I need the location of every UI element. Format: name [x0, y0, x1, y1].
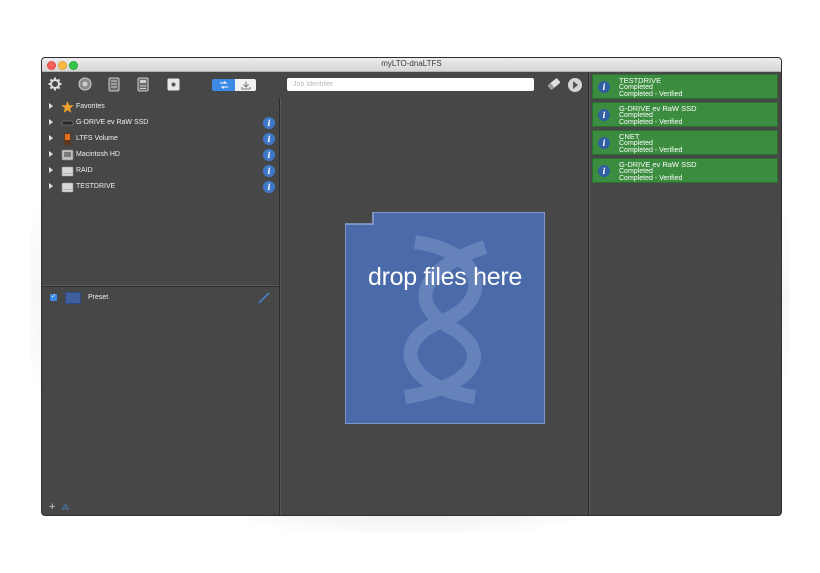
preset-row[interactable]: ✓ Preset — [42, 291, 280, 306]
help-icon[interactable] — [78, 77, 92, 91]
job-item[interactable]: i G-DRIVE ev RaW SSD Completed Completed… — [592, 102, 778, 127]
job-queue-panel: i TESTDRIVE Completed Completed - Verifi… — [590, 72, 781, 515]
disclosure-triangle-icon[interactable] — [49, 167, 53, 173]
hard-drive-icon — [61, 149, 74, 161]
drop-files-text: drop files here — [368, 263, 522, 291]
tape-library-icon[interactable] — [137, 77, 149, 91]
info-icon[interactable]: i — [263, 181, 275, 193]
disclosure-triangle-icon[interactable] — [49, 151, 53, 157]
bottom-toolbar: + ⁂ — [49, 501, 70, 513]
disclosure-triangle-icon[interactable] — [49, 183, 53, 189]
preset-label: Preset — [88, 294, 109, 301]
split-divider-left[interactable] — [279, 98, 281, 515]
preset-checkbox[interactable]: ✓ — [50, 294, 57, 301]
drop-zone[interactable] — [345, 212, 545, 424]
job-identifier-input[interactable] — [287, 78, 534, 91]
source-item-macintosh-hd[interactable]: Macintosh HD i — [42, 148, 280, 163]
disk-icon[interactable] — [167, 77, 180, 91]
disclosure-triangle-icon[interactable] — [49, 119, 53, 125]
info-icon[interactable]: i — [263, 117, 275, 129]
info-icon[interactable]: i — [263, 165, 275, 177]
start-play-button[interactable] — [568, 78, 582, 92]
info-icon[interactable]: i — [263, 133, 275, 145]
tape-drive-icon[interactable] — [108, 77, 120, 91]
disclosure-triangle-icon[interactable] — [49, 135, 53, 141]
app-window: myLTO-dnaLTFS Favorites G-DRIVE ev RaW S… — [41, 57, 782, 516]
source-item-favorites[interactable]: Favorites — [42, 100, 280, 115]
source-panel: Favorites G-DRIVE ev RaW SSD i LTFS Volu… — [42, 96, 280, 515]
source-item-testdrive[interactable]: TESTDRIVE i — [42, 180, 280, 195]
gear-icon[interactable] — [48, 77, 62, 91]
ltfs-icon — [61, 133, 74, 145]
info-icon[interactable]: i — [598, 81, 610, 93]
info-icon[interactable]: i — [598, 137, 610, 149]
title-bar[interactable]: myLTO-dnaLTFS — [42, 58, 781, 72]
star-icon — [61, 101, 74, 113]
transfer-mode-button[interactable] — [212, 79, 235, 91]
add-icon[interactable]: + — [49, 501, 55, 513]
download-icon — [241, 81, 250, 89]
job-item[interactable]: i CNET Completed Completed - Verified — [592, 130, 778, 155]
source-item-ltfs-volume[interactable]: LTFS Volume i — [42, 132, 280, 147]
eraser-icon[interactable] — [546, 77, 562, 96]
drive-icon — [61, 181, 74, 193]
info-icon[interactable]: i — [598, 109, 610, 121]
mode-segmented-control — [212, 79, 256, 91]
left-toolbar — [42, 72, 280, 96]
source-item-g-drive[interactable]: G-DRIVE ev RaW SSD i — [42, 116, 280, 131]
source-item-raid[interactable]: RAID i — [42, 164, 280, 179]
window-title: myLTO-dnaLTFS — [381, 59, 442, 68]
info-icon[interactable]: i — [598, 165, 610, 177]
job-item[interactable]: i TESTDRIVE Completed Completed - Verifi… — [592, 74, 778, 99]
info-icon[interactable]: i — [263, 149, 275, 161]
preset-options-icon[interactable]: ⁂ — [62, 503, 70, 512]
disclosure-triangle-icon[interactable] — [49, 103, 53, 109]
drive-icon — [61, 165, 74, 177]
edit-pencil-icon[interactable] — [257, 291, 271, 307]
preset-color-swatch — [65, 292, 81, 304]
ssd-icon — [61, 117, 74, 129]
restore-mode-button[interactable] — [235, 79, 256, 91]
transfer-icon — [219, 81, 228, 89]
job-item[interactable]: i G-DRIVE ev RaW SSD Completed Completed… — [592, 158, 778, 183]
pane-divider[interactable] — [42, 285, 280, 287]
